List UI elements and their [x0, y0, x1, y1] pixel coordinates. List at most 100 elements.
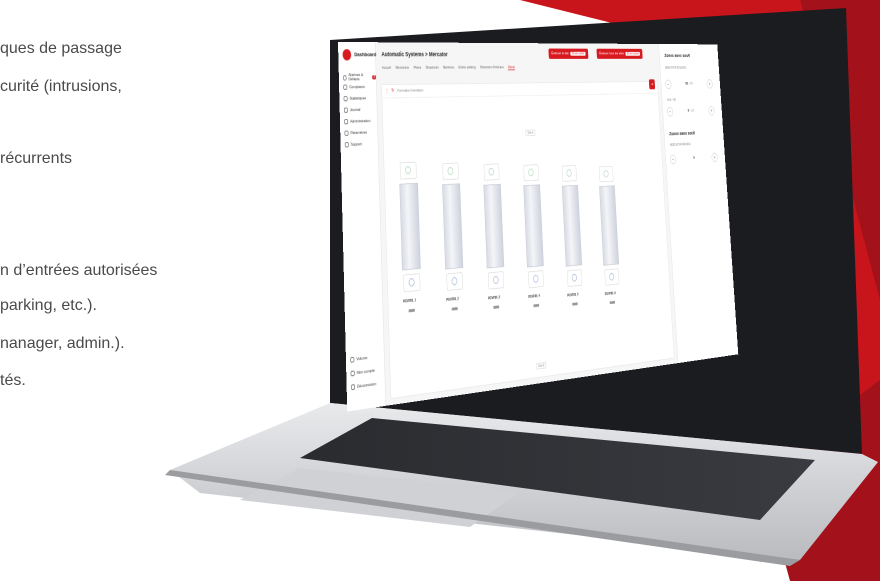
gate-exit-card[interactable] [403, 273, 421, 293]
gate-name: PGVF80_2 [446, 296, 459, 303]
tab-showroom[interactable]: Showroom [426, 66, 439, 71]
zone-side-a: Side A [525, 129, 536, 136]
sidebar-item-settings[interactable]: Paramètres [344, 130, 368, 136]
gate-entry-card[interactable] [598, 165, 614, 183]
sidebar-item-volume[interactable]: Volume [350, 355, 367, 363]
sidebar-item-support[interactable]: Support [344, 142, 362, 148]
evacuate-site-count: 10 en cours [570, 51, 586, 56]
sidebar-item-label: Mon compte [356, 368, 375, 376]
bell-icon [343, 75, 347, 81]
panel-toolbar: ⋮ ↻ Formulaire l'orientation ⇥ [381, 79, 658, 99]
sidebar-item-account[interactable]: Mon compte [350, 368, 375, 377]
gate-status-tag [533, 303, 540, 308]
arrow-down-icon [528, 168, 534, 177]
tab-pistes[interactable]: Pistes [414, 66, 422, 71]
tab-showroom-firstlane[interactable]: Showroom FirstLane [480, 66, 504, 71]
sidebar-item-alarms[interactable]: Alarmes & Défauts 3 [343, 73, 376, 82]
gate-panel: ⋮ ↻ Formulaire l'orientation ⇥ Side A Si… [381, 79, 675, 400]
tab-barrieres[interactable]: Barrières [443, 66, 454, 71]
zone-value: 0 / 100 [687, 109, 695, 113]
zones-with-threshold-title: Zones avec seuil [664, 52, 690, 59]
admin-icon [344, 119, 349, 125]
increment-button[interactable]: + [711, 152, 718, 162]
sidebar-item-label: Administration [350, 118, 371, 124]
arrow-up-icon [571, 273, 578, 282]
logout-icon [351, 384, 356, 391]
gate-exit-card[interactable] [528, 270, 544, 289]
zone-stepper: − 0 / 100 + [666, 105, 715, 117]
increment-button[interactable]: + [708, 105, 715, 116]
volume-icon [350, 356, 355, 363]
arrow-up-icon [533, 274, 539, 283]
gate-entry-card[interactable] [442, 162, 459, 181]
sidebar-item-counters[interactable]: Compteurs [343, 84, 365, 90]
gate-entry-card[interactable] [523, 164, 539, 182]
gate-illustration [399, 182, 421, 271]
gate-exit-card[interactable] [604, 268, 620, 286]
gate-entry-card[interactable] [399, 161, 417, 180]
gate-illustration [483, 183, 505, 269]
arrow-down-icon [488, 167, 495, 176]
evacuate-site-button[interactable]: Évacuer le site 10 en cours [548, 48, 589, 59]
tab-demo[interactable]: Démo [507, 65, 515, 71]
chart-icon [343, 96, 348, 102]
arrow-up-icon [609, 272, 615, 281]
user-icon [350, 370, 355, 377]
breadcrumb: Automatic Systems > Mercator [381, 50, 448, 58]
zone-name: MERCATOR PARKING [669, 142, 691, 148]
decrement-button[interactable]: − [666, 106, 674, 117]
gate-exit-card[interactable] [488, 271, 505, 290]
sidebar-item-logout[interactable]: Déconnexion [351, 381, 377, 391]
tab-entree-parking[interactable]: Entrée parking [458, 66, 475, 71]
arrow-up-icon [451, 276, 458, 286]
sidebar-item-admin[interactable]: Administration [344, 119, 370, 125]
zone-side-b: Side B [536, 361, 547, 370]
app-screen: Dashboard Alarmes & Défauts 3 Compteurs … [338, 42, 739, 412]
sidebar-item-label: Journal [349, 107, 361, 113]
decrement-button[interactable]: − [669, 154, 677, 164]
increment-button[interactable]: + [706, 79, 713, 89]
gate-entry-card[interactable] [561, 165, 577, 182]
gate-status-tag [451, 307, 458, 311]
toolbar-label: Formulaire l'orientation [397, 88, 424, 94]
zone-name: MERCATOR BUILDING [665, 66, 687, 70]
sidebar-item-label: Paramètres [350, 130, 368, 136]
brand-logo [342, 49, 352, 61]
gate-illustration [599, 185, 620, 266]
gate-name: PGVF80_4 [528, 294, 541, 300]
evacuate-all-button[interactable]: Évacuer tous les sites 10 en cours [596, 48, 643, 59]
gate-status-tag [408, 308, 415, 313]
main-area: Automatic Systems > Mercator Évacuer le … [375, 42, 678, 406]
evacuate-all-label: Évacuer tous les sites [599, 51, 625, 56]
gate-name: PGVF80_6 [604, 291, 616, 297]
gate-entry-card[interactable] [483, 163, 500, 181]
gate-illustration [561, 184, 583, 267]
arrow-down-icon [405, 166, 411, 175]
arrow-up-icon [408, 278, 415, 287]
zone-name: ASA - HQ [667, 98, 676, 103]
menu-dots-icon[interactable]: ⋮ [385, 88, 389, 94]
gate-name: PGVF80_1 [403, 298, 417, 305]
sidebar-item-journal[interactable]: Journal [343, 107, 361, 113]
arrow-down-icon [566, 169, 572, 177]
tab-accueil[interactable]: Accueil [382, 66, 391, 71]
gate-exit-card[interactable] [566, 269, 583, 287]
arrow-down-icon [447, 166, 454, 175]
zone-value: 0 [693, 156, 695, 160]
arrow-up-icon [493, 275, 499, 285]
gate-exit-card[interactable] [446, 272, 464, 291]
counter-icon [343, 84, 348, 90]
zones-without-threshold-title: Zones sans seuil [669, 130, 696, 137]
decrement-button[interactable]: − [665, 79, 672, 89]
sidebar-item-label: Déconnexion [357, 381, 377, 389]
sidebar-item-stats[interactable]: Statistiques [343, 96, 367, 102]
gate-status-tag [609, 300, 616, 305]
zone-stepper: − 63 / 500 + [665, 78, 713, 90]
arrow-down-icon [603, 170, 609, 178]
sidebar-item-label: Statistiques [349, 96, 367, 101]
zone-stepper: − 0 + [669, 151, 718, 165]
tab-mezzanine[interactable]: Mezzanine [396, 66, 410, 71]
orientation-icon[interactable]: ↻ [391, 88, 394, 93]
exit-icon[interactable]: ⇥ [648, 79, 656, 90]
sidebar-title[interactable]: Dashboard [354, 51, 376, 57]
